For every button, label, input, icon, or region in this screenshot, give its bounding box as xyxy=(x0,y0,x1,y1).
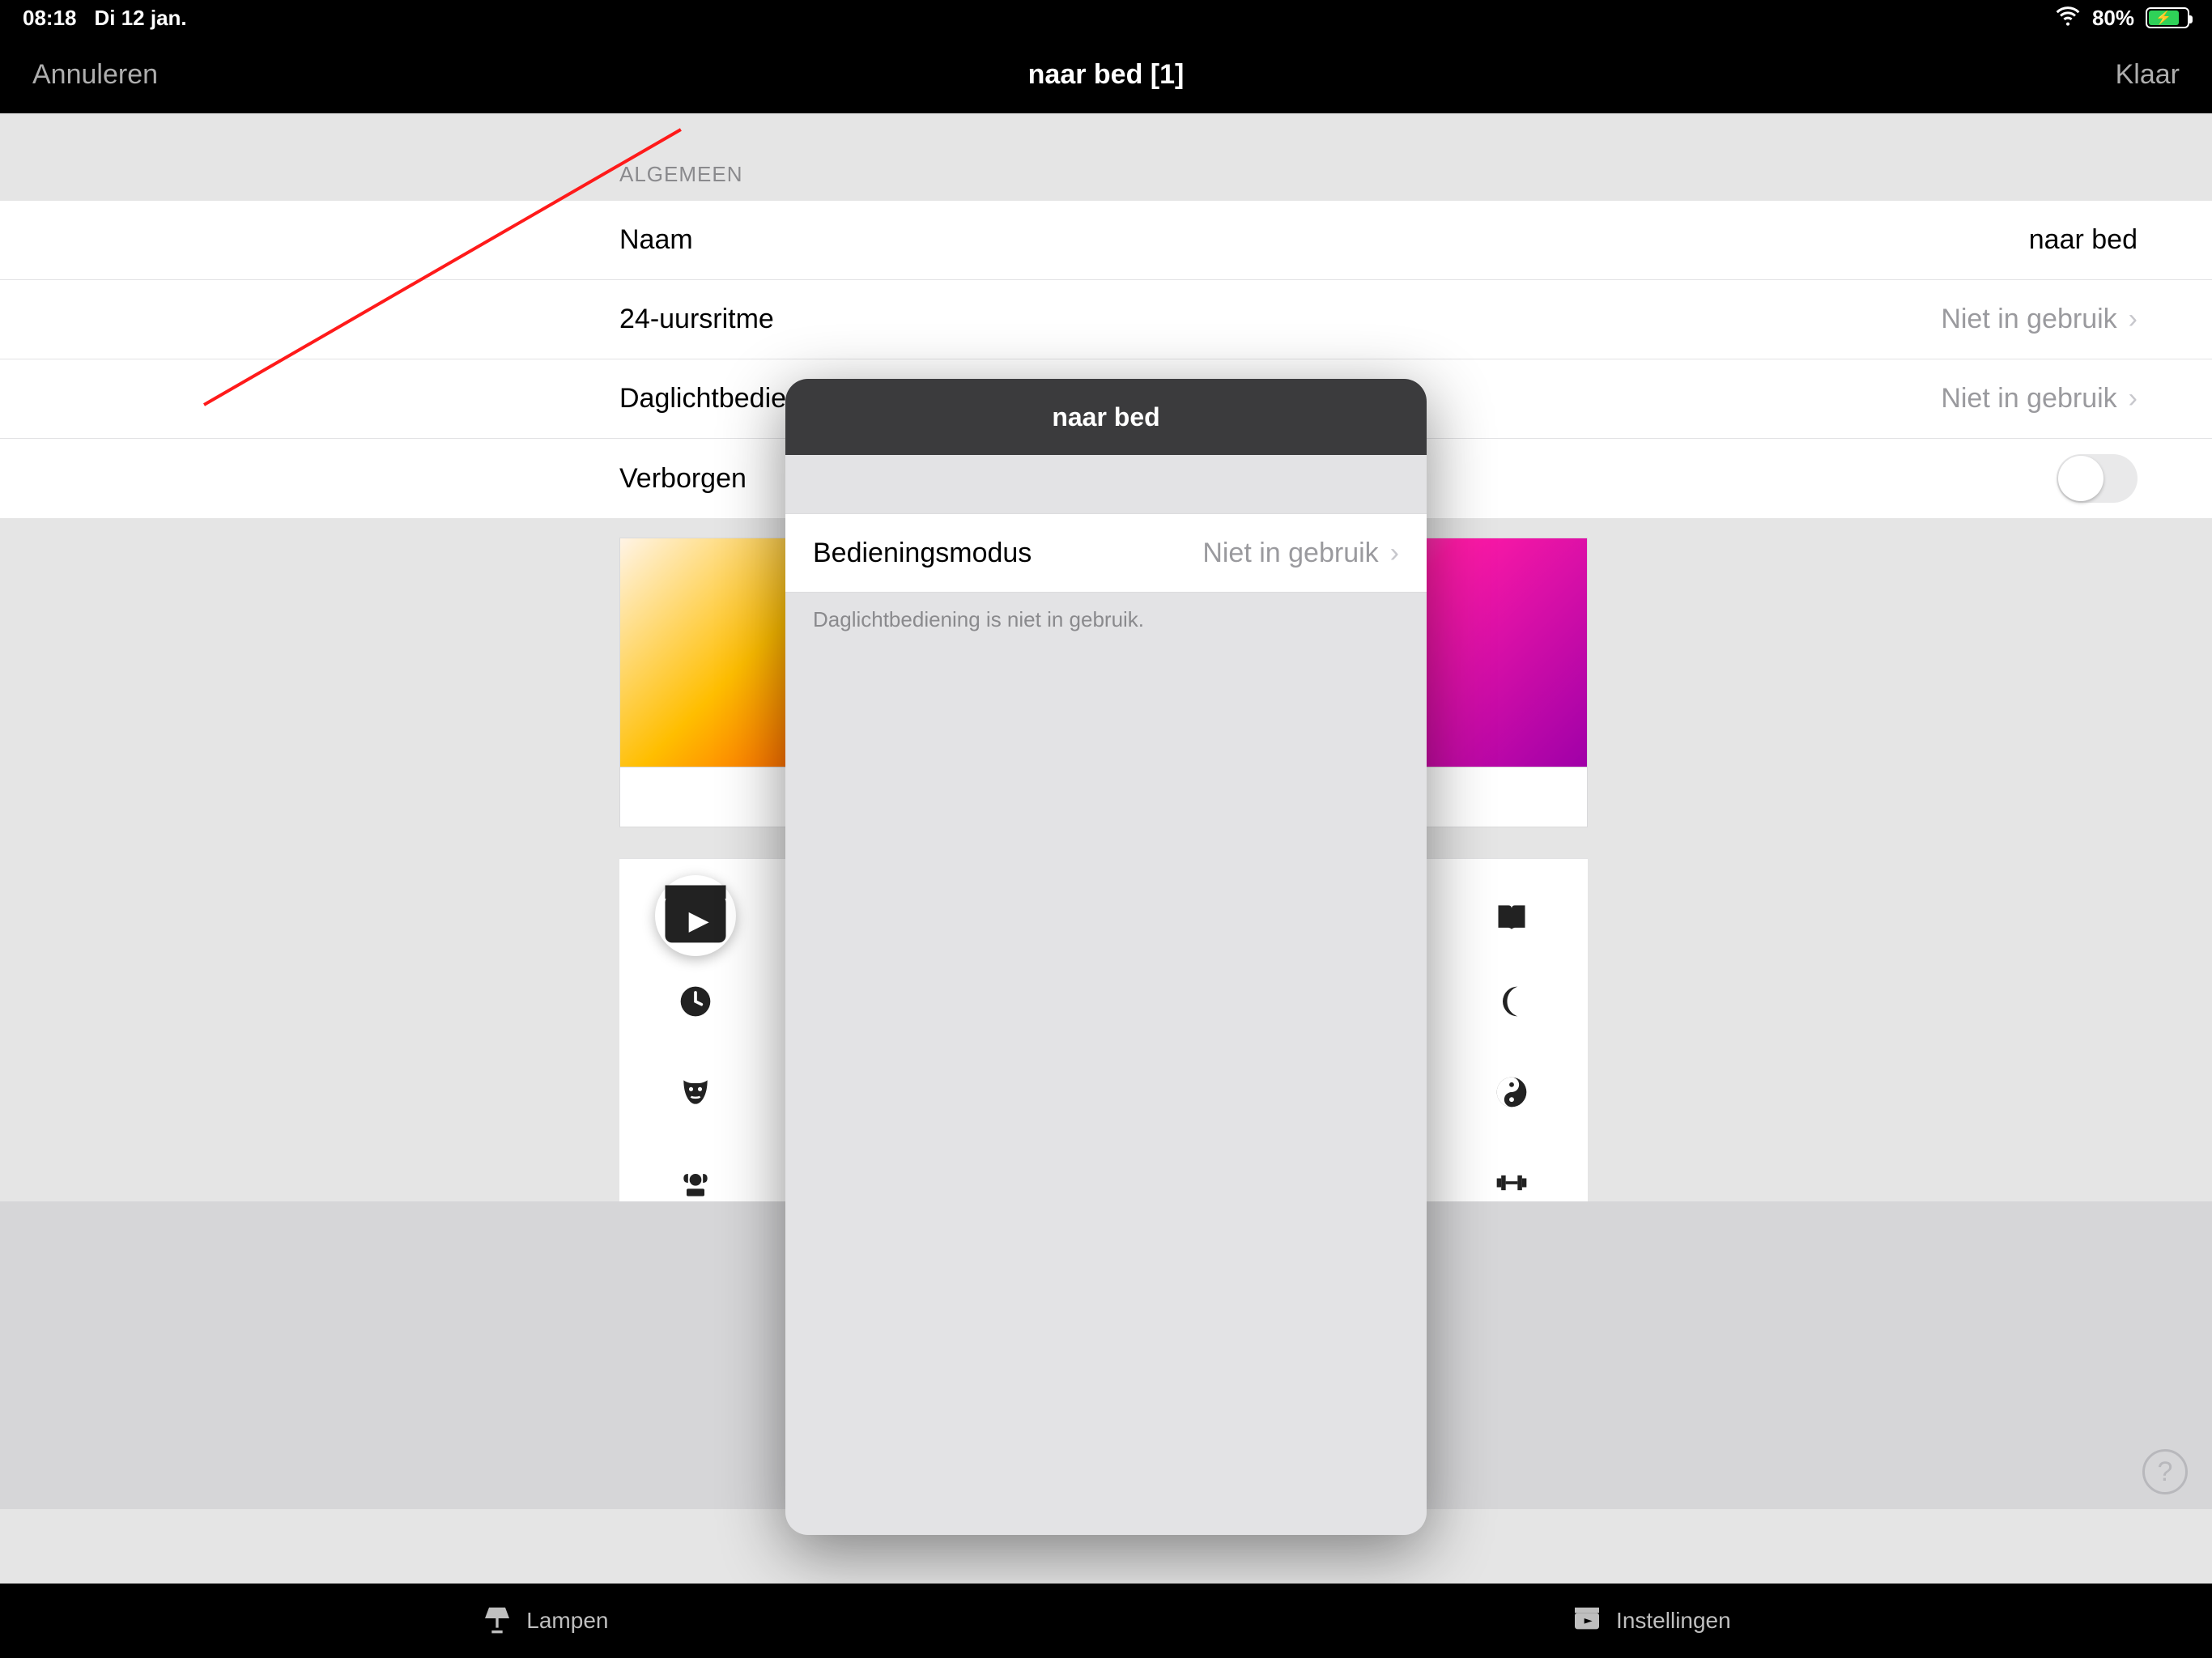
popover-arrow xyxy=(1087,379,1125,380)
nav-bar: Annuleren naar bed [1] Klaar xyxy=(0,36,2212,113)
row-rhythm-label: 24-uursritme xyxy=(619,304,774,335)
scene-book-icon[interactable] xyxy=(1482,888,1541,946)
chevron-right-icon: › xyxy=(2129,304,2138,335)
hidden-toggle[interactable] xyxy=(2057,454,2138,503)
daylight-popover: naar bed Bedieningsmodus Niet in gebruik… xyxy=(785,379,1427,1535)
row-24h-rhythm[interactable]: 24-uursritme Niet in gebruik › xyxy=(0,280,2212,359)
status-date: Di 12 jan. xyxy=(95,6,187,31)
chevron-right-icon: › xyxy=(1390,538,1399,569)
tab-settings[interactable]: Instellingen xyxy=(1571,1602,1731,1640)
wifi-icon xyxy=(2055,2,2081,34)
scene-movie-selected[interactable] xyxy=(655,875,736,956)
tab-lamps[interactable]: Lampen xyxy=(481,1602,608,1640)
scene-clock-icon[interactable] xyxy=(666,972,725,1031)
tab-settings-label: Instellingen xyxy=(1616,1608,1731,1634)
row-name-value: naar bed xyxy=(2029,224,2138,256)
row-name-label: Naam xyxy=(619,224,693,256)
section-header-general: ALGEMEEN xyxy=(619,162,743,187)
done-button[interactable]: Klaar xyxy=(2116,59,2180,91)
battery-percent: 80% xyxy=(2092,6,2134,31)
page-title: naar bed [1] xyxy=(1028,59,1185,91)
status-left: 08:18 Di 12 jan. xyxy=(23,6,187,31)
scene-moon-icon[interactable] xyxy=(1482,972,1541,1031)
status-time: 08:18 xyxy=(23,6,77,31)
scene-yinyang-icon[interactable] xyxy=(1482,1063,1541,1121)
status-right: 80% ⚡ xyxy=(2055,2,2189,34)
tab-bar: Lampen Instellingen xyxy=(0,1584,2212,1658)
row-daylight-value: Niet in gebruik xyxy=(1941,383,2116,414)
popover-mode-value: Niet in gebruik xyxy=(1202,538,1378,569)
chevron-right-icon: › xyxy=(2129,383,2138,414)
status-bar: 08:18 Di 12 jan. 80% ⚡ xyxy=(0,0,2212,36)
popover-title: naar bed xyxy=(785,379,1427,455)
popover-mode-label: Bedieningsmodus xyxy=(813,538,1032,569)
clapper-icon xyxy=(1571,1602,1603,1640)
row-name[interactable]: Naam naar bed xyxy=(0,201,2212,280)
row-hidden-label: Verborgen xyxy=(619,463,747,495)
help-button[interactable]: ? xyxy=(2142,1449,2188,1494)
lamp-icon xyxy=(481,1602,513,1640)
row-rhythm-value: Niet in gebruik xyxy=(1941,304,2116,335)
tab-lamps-label: Lampen xyxy=(526,1608,608,1634)
cancel-button[interactable]: Annuleren xyxy=(32,59,158,91)
popover-note: Daglichtbediening is niet in gebruik. xyxy=(785,593,1427,647)
battery-icon: ⚡ xyxy=(2146,7,2189,28)
scene-mask-icon[interactable] xyxy=(666,1063,725,1121)
popover-row-mode[interactable]: Bedieningsmodus Niet in gebruik › xyxy=(785,513,1427,593)
